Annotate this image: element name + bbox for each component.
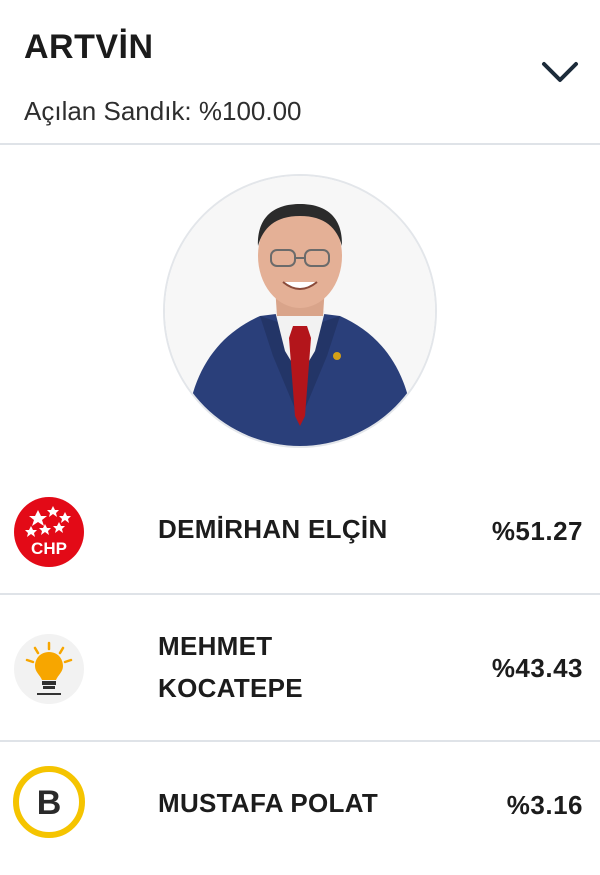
candidate-name: MUSTAFA POLAT xyxy=(158,788,379,818)
candidate-row: B MUSTAFA POLAT %3.16 xyxy=(0,742,600,875)
b-logo-text: B xyxy=(37,784,62,822)
candidate-percent: %51.27 xyxy=(491,516,583,546)
candidate-name: DEMİRHAN ELÇİN xyxy=(158,514,388,544)
b-party-logo: B xyxy=(13,766,85,838)
candidate-name: MEHMET KOCATEPE xyxy=(158,631,303,703)
candidate-row: MEHMET KOCATEPE %43.43 xyxy=(0,595,600,742)
candidate-row: CHP DEMİRHAN ELÇİN %51.27 xyxy=(0,465,600,595)
chp-logo: CHP xyxy=(13,496,85,568)
results-header[interactable]: ARTVİN Açılan Sandık: %100.00 xyxy=(0,0,600,145)
province-title: ARTVİN xyxy=(24,28,154,66)
candidate-percent: %3.16 xyxy=(506,790,583,820)
opened-ballot-box-rate: Açılan Sandık: %100.00 xyxy=(24,96,302,126)
candidate-portrait-illustration xyxy=(165,176,435,446)
winner-candidate-photo xyxy=(163,174,437,448)
ak-parti-logo xyxy=(13,633,85,705)
chevron-down-icon[interactable] xyxy=(538,56,582,88)
chp-logo-text: CHP xyxy=(31,539,67,558)
candidate-percent: %43.43 xyxy=(491,653,583,683)
